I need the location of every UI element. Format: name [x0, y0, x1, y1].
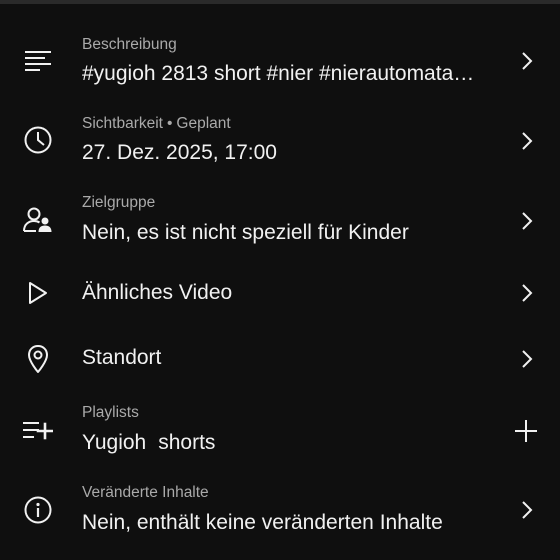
playlists-label: Playlists	[82, 404, 139, 421]
location-pin-icon	[22, 343, 54, 375]
visibility-row[interactable]: Sichtbarkeit • Geplant 27. Dez. 2025, 17:0…	[0, 108, 560, 176]
description-row[interactable]: Beschreibung #yugioh 2813 short #nier #n…	[0, 28, 560, 96]
description-lines-icon	[22, 44, 54, 76]
audience-row[interactable]: Zielgruppe Nein, es ist nicht speziell f…	[0, 188, 560, 256]
clock-icon	[22, 124, 54, 156]
audience-value: Nein, es ist nicht speziell für Kinder	[82, 221, 409, 244]
chevron-right-icon[interactable]	[512, 126, 542, 156]
description-label: Beschreibung	[82, 36, 177, 53]
chevron-right-icon[interactable]	[512, 344, 542, 374]
top-divider	[0, 0, 560, 4]
audience-person-icon	[22, 204, 54, 236]
playlist-item: shorts	[158, 431, 216, 454]
playlists-row[interactable]: Playlists Yugioh shorts	[0, 398, 560, 466]
visibility-label: Sichtbarkeit • Geplant	[82, 115, 490, 133]
playlists-value: Yugioh shorts	[82, 430, 490, 456]
description-value: #yugioh 2813 short #nier #nierautomata…	[82, 62, 475, 85]
altered-content-row[interactable]: Veränderte Inhalte Nein, enthält keine v…	[0, 478, 560, 546]
info-icon	[22, 494, 54, 526]
visibility-value: 27. Dez. 2025, 17:00	[82, 141, 277, 164]
altered-content-value: Nein, enthält keine veränderten Inhalte	[82, 511, 443, 534]
chevron-right-icon[interactable]	[512, 278, 542, 308]
related-video-value: Ähnliches Video	[82, 281, 233, 304]
label-separator: •	[166, 115, 173, 132]
related-video-row[interactable]: Ähnliches Video	[0, 268, 560, 318]
plus-icon[interactable]	[510, 415, 542, 447]
playlist-item: Yugioh	[82, 431, 147, 454]
chevron-right-icon[interactable]	[512, 495, 542, 525]
chevron-right-icon[interactable]	[512, 206, 542, 236]
visibility-label-main: Sichtbarkeit	[82, 115, 163, 132]
location-row[interactable]: Standort	[0, 334, 560, 384]
visibility-status: Geplant	[176, 115, 231, 132]
chevron-right-icon[interactable]	[512, 46, 542, 76]
play-icon	[22, 277, 54, 309]
location-value: Standort	[82, 346, 162, 369]
playlist-add-icon	[22, 414, 54, 446]
altered-content-label: Veränderte Inhalte	[82, 484, 209, 501]
audience-label: Zielgruppe	[82, 194, 156, 211]
